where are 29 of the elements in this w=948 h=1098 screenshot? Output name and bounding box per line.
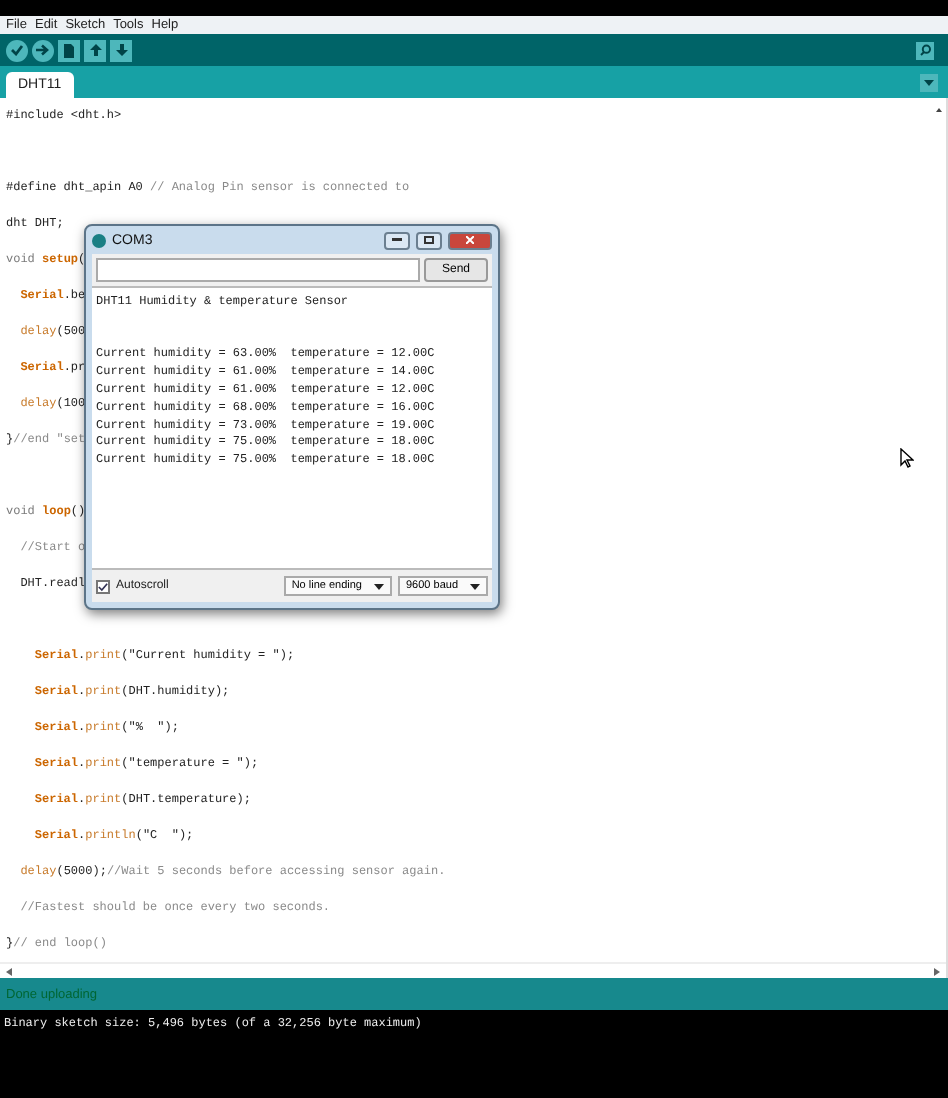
close-button[interactable]: [448, 231, 492, 249]
toolbar-button[interactable]: [32, 39, 54, 61]
caret-icon: [470, 583, 480, 589]
scroll-up-icon[interactable]: [932, 104, 946, 116]
maximize-icon: [424, 236, 434, 244]
minimize-button[interactable]: [384, 231, 410, 249]
checkmark-icon: [10, 44, 24, 56]
down-arrow-icon: [115, 44, 127, 56]
scroll-left-icon[interactable]: [6, 967, 12, 975]
toolbar-button[interactable]: [58, 39, 80, 61]
maximize-button[interactable]: [416, 231, 442, 249]
right-arrow-icon: [36, 44, 50, 56]
document-icon: [64, 43, 74, 57]
scroll-right-icon[interactable]: [934, 967, 940, 975]
caret-icon: [374, 583, 384, 589]
magnifier-icon: [919, 44, 931, 56]
minimize-icon: [392, 238, 402, 242]
up-arrow-icon: [89, 44, 101, 56]
toolbar-button[interactable]: [110, 39, 132, 61]
close-icon: [466, 236, 474, 244]
toolbar-button[interactable]: [84, 39, 106, 61]
tab-menu-button[interactable]: [920, 74, 938, 92]
caret-icon: [924, 80, 934, 86]
app-logo-icon: [92, 233, 106, 247]
serial-monitor-button[interactable]: [916, 41, 934, 59]
input-field[interactable]: [96, 258, 420, 282]
mouse-pointer-icon: [900, 448, 914, 468]
toolbar-button[interactable]: [6, 39, 28, 61]
autoscroll-checkbox[interactable]: [96, 579, 110, 593]
